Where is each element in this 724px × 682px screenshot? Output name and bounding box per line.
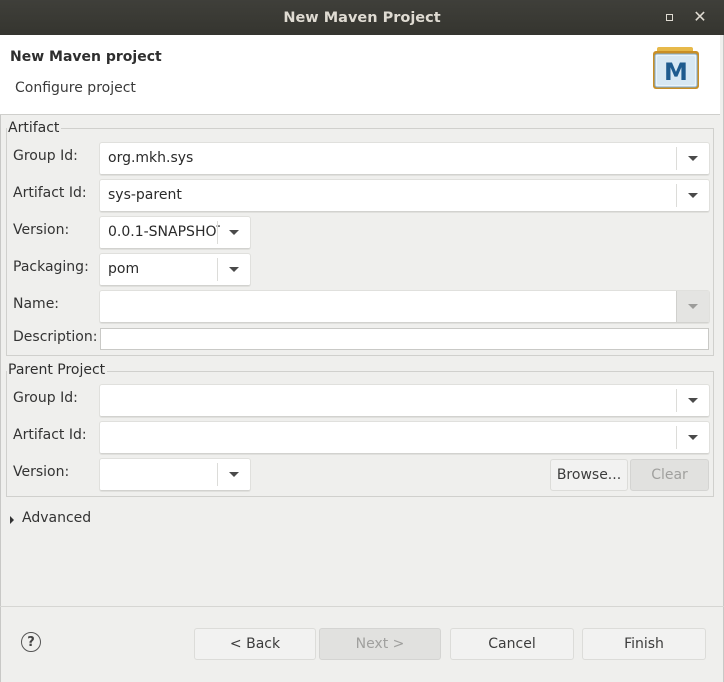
parent-project-legend: Parent Project	[7, 362, 108, 378]
advanced-expander[interactable]: Advanced	[10, 510, 91, 526]
parent-group-id-label: Group Id:	[13, 390, 78, 406]
maven-m-icon: M	[653, 47, 699, 89]
parent-version-label: Version:	[13, 464, 70, 480]
wizard-header: New Maven project Configure project M	[0, 35, 720, 115]
name-label: Name:	[13, 296, 60, 312]
chevron-down-icon[interactable]	[677, 180, 709, 211]
browse-button[interactable]: Browse...	[550, 459, 628, 491]
packaging-label: Packaging:	[13, 259, 89, 275]
chevron-down-icon[interactable]	[218, 459, 250, 490]
group-id-label: Group Id:	[13, 148, 78, 164]
wizard-title: New Maven project	[10, 49, 162, 65]
next-button[interactable]: Next >	[319, 628, 441, 660]
packaging-combo[interactable]: pom	[100, 254, 250, 286]
footer-divider	[0, 606, 724, 607]
close-icon[interactable]: ✕	[693, 9, 707, 25]
chevron-down-icon[interactable]	[676, 291, 709, 322]
chevron-down-icon[interactable]	[218, 254, 250, 285]
packaging-value: pom	[108, 261, 140, 277]
artifact-id-label: Artifact Id:	[13, 185, 87, 201]
version-value: 0.0.1-SNAPSHOT	[108, 224, 220, 240]
finish-button[interactable]: Finish	[582, 628, 706, 660]
cancel-button[interactable]: Cancel	[450, 628, 574, 660]
artifact-legend: Artifact	[7, 120, 62, 136]
chevron-down-icon[interactable]	[677, 422, 709, 453]
version-combo[interactable]: 0.0.1-SNAPSHOT	[100, 217, 250, 249]
artifact-id-value: sys-parent	[108, 187, 182, 203]
window-titlebar: New Maven Project ✕	[0, 0, 724, 35]
svg-text:M: M	[664, 58, 688, 86]
description-input[interactable]	[100, 328, 709, 350]
parent-version-combo[interactable]	[100, 459, 250, 491]
group-id-value: org.mkh.sys	[108, 150, 194, 166]
artifact-id-combo[interactable]: sys-parent	[100, 180, 709, 212]
window-title: New Maven Project	[283, 9, 441, 26]
description-label: Description:	[13, 329, 98, 345]
chevron-down-icon[interactable]	[677, 143, 709, 174]
help-icon[interactable]: ?	[21, 632, 41, 652]
maximize-icon[interactable]	[662, 10, 676, 24]
clear-button[interactable]: Clear	[630, 459, 709, 491]
parent-artifact-id-label: Artifact Id:	[13, 427, 87, 443]
parent-group-id-combo[interactable]	[100, 385, 709, 417]
parent-artifact-id-combo[interactable]	[100, 422, 709, 454]
name-combo[interactable]	[100, 291, 709, 323]
back-button[interactable]: < Back	[194, 628, 316, 660]
chevron-down-icon[interactable]	[677, 385, 709, 416]
group-id-combo[interactable]: org.mkh.sys	[100, 143, 709, 175]
advanced-label: Advanced	[22, 510, 92, 526]
chevron-right-icon	[10, 515, 14, 524]
version-label: Version:	[13, 222, 70, 238]
chevron-down-icon[interactable]	[218, 217, 250, 248]
wizard-subtitle: Configure project	[15, 80, 136, 96]
